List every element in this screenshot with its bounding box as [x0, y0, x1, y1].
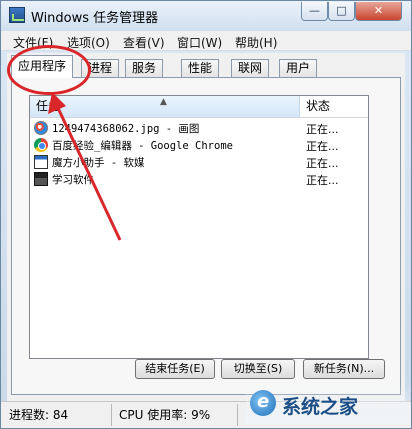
- status-divider: [111, 404, 112, 426]
- column-task[interactable]: ▲ 任务: [30, 96, 300, 117]
- sort-ascending-icon: ▲: [160, 97, 167, 107]
- app-window-icon: [34, 172, 48, 186]
- end-task-button[interactable]: 结束任务(E): [135, 359, 215, 379]
- menu-options[interactable]: 选项(O): [67, 34, 110, 51]
- task-status: 正在...: [306, 123, 339, 136]
- tab-users[interactable]: 用户: [279, 59, 318, 77]
- window-title: Windows 任务管理器: [31, 11, 159, 26]
- tab-networking[interactable]: 联网: [231, 59, 270, 77]
- highlight-circle: [7, 45, 91, 95]
- task-status: 正在...: [306, 157, 339, 170]
- tab-services[interactable]: 服务: [125, 59, 164, 77]
- menu-help[interactable]: 帮助(H): [235, 34, 277, 51]
- watermark: 系统之家: [246, 384, 410, 424]
- task-name: 1249474368062.jpg - 画图: [52, 123, 200, 135]
- status-divider: [237, 404, 238, 426]
- task-list-header: ▲ 任务 状态: [30, 96, 368, 118]
- task-status: 正在...: [306, 174, 339, 187]
- column-task-label: 任务: [36, 99, 61, 113]
- cpu-usage: CPU 使用率: 9%: [119, 408, 211, 422]
- menu-window[interactable]: 窗口(W): [177, 34, 222, 51]
- menu-view[interactable]: 查看(V): [123, 34, 165, 51]
- minimize-button[interactable]: —: [301, 2, 328, 21]
- close-button[interactable]: ✕: [355, 2, 402, 21]
- title-bar[interactable]: Windows 任务管理器 — □ ✕: [1, 1, 411, 31]
- task-status: 正在...: [306, 140, 339, 153]
- maximize-button[interactable]: □: [328, 2, 355, 21]
- window-icon: [34, 155, 48, 169]
- chrome-icon: [34, 138, 48, 152]
- site-logo-icon: [250, 390, 276, 416]
- client-area: 应用程序 进程 服务 性能 联网 用户 ▲ 任务 状态 124947436806…: [7, 53, 405, 401]
- column-status[interactable]: 状态: [300, 96, 368, 117]
- task-manager-icon: [9, 7, 25, 23]
- switch-to-button[interactable]: 切换至(S): [221, 359, 295, 379]
- paint-icon: [34, 121, 48, 135]
- task-row[interactable]: 1249474368062.jpg - 画图 正在...: [30, 120, 368, 137]
- task-list[interactable]: ▲ 任务 状态 1249474368062.jpg - 画图 正在... 百度经…: [29, 95, 369, 359]
- task-row[interactable]: 学习软件 正在...: [30, 171, 368, 188]
- tab-performance[interactable]: 性能: [181, 59, 220, 77]
- task-row[interactable]: 百度经验_编辑器 - Google Chrome 正在...: [30, 137, 368, 154]
- task-name: 百度经验_编辑器 - Google Chrome: [52, 140, 233, 152]
- task-name: 学习软件: [52, 174, 94, 186]
- new-task-button[interactable]: 新任务(N)...: [303, 359, 385, 379]
- task-row[interactable]: 魔方小助手 - 软媒 正在...: [30, 154, 368, 171]
- task-name: 魔方小助手 - 软媒: [52, 157, 145, 169]
- process-count: 进程数: 84: [9, 408, 69, 422]
- watermark-text: 系统之家: [282, 396, 359, 418]
